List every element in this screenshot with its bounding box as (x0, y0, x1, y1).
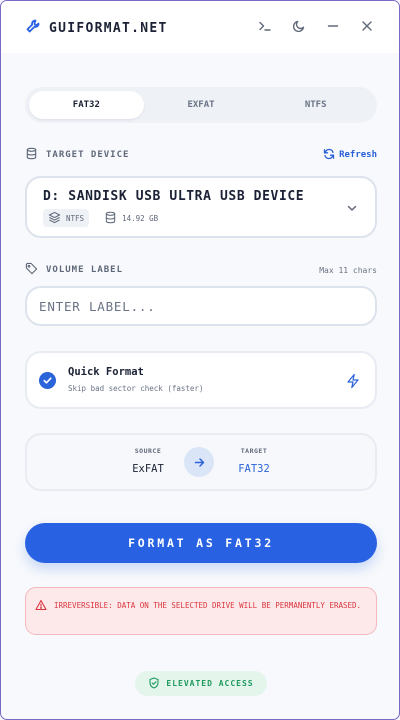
layers-icon (48, 211, 61, 226)
conversion-summary: SOURCE ExFAT TARGET FAT32 (25, 433, 377, 491)
filesystem-tabs: FAT32 EXFAT NTFS (25, 87, 377, 123)
device-selector[interactable]: D: SANDISK USB ULTRA USB DEVICE NTFS 14.… (25, 176, 377, 238)
tab-fat32[interactable]: FAT32 (29, 91, 144, 119)
volume-label-text: VOLUME LABEL (46, 265, 124, 275)
status-badge: ELEVATED ACCESS (135, 671, 267, 696)
format-button[interactable]: FORMAT AS FAT32 (25, 523, 377, 563)
bolt-icon (345, 373, 361, 389)
source-value: ExFAT (132, 463, 164, 475)
refresh-label: Refresh (339, 150, 377, 160)
warning-banner: IRREVERSIBLE: DATA ON THE SELECTED DRIVE… (25, 587, 377, 635)
device-meta: NTFS 14.92 GB (43, 209, 163, 227)
app-title: GUIFORMAT.NET (49, 20, 168, 36)
brand: GUIFORMAT.NET (25, 18, 168, 38)
source-caption: SOURCE (134, 447, 162, 455)
quick-format-title: Quick Format (68, 366, 144, 378)
volume-label-header: VOLUME LABEL Max 11 chars (25, 262, 377, 278)
title-bar: GUIFORMAT.NET (1, 1, 399, 53)
arrow-right-icon (184, 447, 214, 477)
check-icon (43, 377, 52, 384)
target-device-label: TARGET DEVICE (25, 147, 129, 163)
warning-icon (35, 599, 47, 611)
disk-icon (104, 211, 117, 226)
quick-format-option[interactable]: Quick Format Skip bad sector check (fast… (25, 351, 377, 409)
target-caption: TARGET (240, 447, 268, 455)
target-column: TARGET FAT32 (227, 447, 281, 475)
volume-label-hint: Max 11 chars (319, 265, 377, 275)
tab-ntfs[interactable]: NTFS (258, 91, 373, 119)
volume-label-input[interactable] (25, 286, 377, 326)
quick-format-checkbox[interactable] (39, 372, 56, 389)
close-icon[interactable] (359, 18, 375, 34)
minimize-icon[interactable] (325, 18, 341, 34)
device-name: D: SANDISK USB ULTRA USB DEVICE (43, 189, 305, 204)
source-column: SOURCE ExFAT (121, 447, 175, 475)
target-device-header: TARGET DEVICE Refresh (25, 147, 377, 163)
window-controls (257, 18, 375, 34)
chevron-down-icon (345, 200, 359, 214)
app-window: GUIFORMAT.NET FAT32 EXFAT NTFS TARGET DE… (0, 0, 400, 720)
shield-check-icon (148, 676, 160, 691)
target-value: FAT32 (238, 463, 270, 475)
target-device-text: TARGET DEVICE (46, 150, 130, 160)
size-text: 14.92 GB (122, 213, 159, 223)
tag-icon (25, 262, 38, 278)
moon-icon[interactable] (291, 18, 307, 34)
size-badge: 14.92 GB (99, 209, 163, 227)
filesystem-text: NTFS (66, 213, 85, 223)
filesystem-badge: NTFS (43, 209, 90, 227)
tab-exfat[interactable]: EXFAT (144, 91, 259, 119)
wrench-icon (25, 18, 41, 38)
refresh-button[interactable]: Refresh (323, 148, 377, 163)
quick-format-subtitle: Skip bad sector check (faster) (68, 384, 204, 393)
terminal-icon[interactable] (257, 18, 273, 34)
refresh-icon (323, 148, 335, 163)
volume-label-label: VOLUME LABEL (25, 262, 123, 278)
database-icon (25, 147, 38, 163)
warning-text: IRREVERSIBLE: DATA ON THE SELECTED DRIVE… (54, 601, 362, 610)
status-badge-label: ELEVATED ACCESS (166, 679, 254, 688)
